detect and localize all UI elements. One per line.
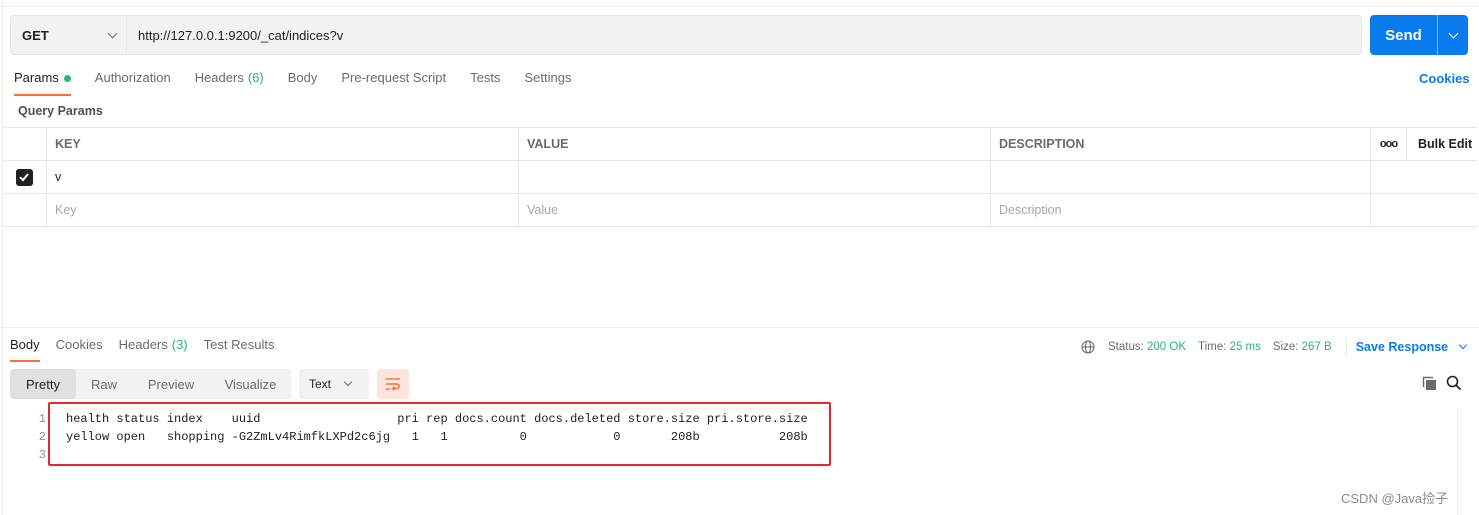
tab-headers[interactable]: Headers (6) [195, 70, 264, 96]
time-indicator[interactable]: Time: 25 ms [1198, 341, 1261, 353]
request-tabs: Params Authorization Headers (6) Body Pr… [14, 70, 595, 96]
method-label: GET [22, 27, 49, 43]
tab-label: Authorization [94, 70, 171, 85]
row-spacer [1371, 161, 1407, 193]
save-response-button[interactable]: Save Response [1355, 340, 1468, 354]
line-number: 2 [38, 430, 46, 444]
status-value: 200 OK [1147, 341, 1187, 353]
param-key-field[interactable]: v [47, 161, 519, 193]
chevron-down-icon [343, 377, 353, 387]
time-value: 25 ms [1229, 341, 1261, 353]
more-icon: ooo [1379, 138, 1398, 150]
table-header-row: KEY VALUE DESCRIPTION ooo Bulk Edit [2, 128, 1477, 161]
highlight-annotation-box [48, 402, 831, 466]
pane-divider[interactable] [0, 327, 1479, 328]
tab-label: Pre-request Script [341, 70, 447, 85]
new-key-field[interactable]: Key [47, 194, 519, 226]
tab-response-body[interactable]: Body [10, 337, 40, 362]
cookies-link[interactable]: Cookies [1419, 71, 1470, 86]
format-label: Text [309, 377, 332, 391]
search-icon[interactable] [1446, 375, 1462, 391]
send-options-button[interactable] [1438, 15, 1468, 55]
tab-label: Settings [524, 70, 572, 85]
row-checkbox-cell [2, 161, 47, 193]
tab-params[interactable]: Params [14, 70, 71, 96]
tab-test-results[interactable]: Test Results [204, 337, 275, 362]
view-visualize[interactable]: Visualize [210, 369, 291, 399]
tab-tests[interactable]: Tests [470, 70, 500, 96]
table-row-empty: Key Value Description [2, 194, 1477, 227]
tab-label: Headers [118, 337, 168, 352]
more-options-button[interactable]: ooo [1371, 128, 1407, 160]
row-checkbox-cell [2, 194, 47, 226]
view-preview[interactable]: Preview [132, 369, 210, 399]
watermark: CSDN @Java捡子 [1341, 491, 1449, 506]
status-label: Status: [1108, 341, 1144, 353]
view-pretty[interactable]: Pretty [10, 369, 76, 399]
tab-label: Headers [194, 70, 244, 85]
line-number: 3 [38, 448, 46, 462]
request-bar: GET http://127.0.0.1:9200/_cat/indices?v [10, 15, 1362, 55]
tab-pre-request-script[interactable]: Pre-request Script [341, 70, 446, 96]
header-checkbox-cell [2, 128, 47, 160]
tab-count: (3) [171, 337, 188, 352]
chevron-down-icon [107, 28, 118, 38]
url-input[interactable]: http://127.0.0.1:9200/_cat/indices?v [127, 16, 1361, 54]
column-header-value: VALUE [519, 128, 991, 160]
size-label: Size: [1272, 341, 1299, 353]
tab-label: Body [287, 70, 318, 85]
response-tabs: Body Cookies Headers (3) Test Results [10, 337, 290, 362]
wrap-lines-icon [386, 378, 400, 391]
row-spacer [1407, 161, 1477, 193]
tab-response-cookies[interactable]: Cookies [56, 337, 103, 362]
size-indicator[interactable]: Size: 267 B [1273, 341, 1332, 353]
new-value-field[interactable]: Value [519, 194, 991, 226]
save-response-label: Save Response [1355, 340, 1449, 354]
tab-response-headers[interactable]: Headers (3) [119, 337, 188, 362]
param-value-field[interactable] [519, 161, 991, 193]
table-row: v [2, 161, 1477, 194]
response-status-bar: Status: 200 OK Time: 25 ms Size: 267 B S… [1081, 338, 1468, 356]
status-indicator[interactable]: Status: 200 OK [1108, 341, 1186, 353]
tab-label: Params [14, 70, 59, 85]
globe-icon[interactable] [1081, 340, 1095, 354]
size-value: 267 B [1301, 341, 1332, 353]
view-mode-tabs: Pretty Raw Preview Visualize [10, 369, 291, 399]
param-description-field[interactable] [991, 161, 1371, 193]
query-params-title: Query Params [18, 104, 103, 118]
param-checkbox[interactable] [15, 168, 33, 186]
tab-body[interactable]: Body [288, 70, 318, 96]
status-separator [1345, 338, 1347, 356]
top-border [0, 6, 1479, 7]
row-spacer [1371, 194, 1407, 226]
tab-label: Tests [470, 70, 501, 85]
method-select[interactable]: GET [11, 16, 127, 54]
active-dot-icon [63, 75, 71, 82]
new-description-field[interactable]: Description [991, 194, 1371, 226]
copy-icon[interactable] [1422, 376, 1437, 391]
chevron-down-icon [1458, 340, 1468, 350]
view-raw[interactable]: Raw [76, 369, 132, 399]
row-spacer [1407, 194, 1477, 226]
format-select[interactable]: Text [299, 369, 369, 399]
tab-settings[interactable]: Settings [524, 70, 571, 96]
chevron-down-icon [1448, 28, 1458, 38]
checkmark-icon [19, 173, 29, 182]
column-header-description: DESCRIPTION [991, 128, 1371, 160]
wrap-lines-button[interactable] [377, 369, 409, 399]
left-border [2, 0, 3, 515]
send-button[interactable]: Send [1370, 15, 1437, 55]
line-number: 1 [38, 412, 46, 426]
column-header-key: KEY [47, 128, 519, 160]
tab-count: (6) [247, 70, 264, 85]
editor-scrollbar[interactable] [1457, 410, 1469, 515]
query-params-table: KEY VALUE DESCRIPTION ooo Bulk Edit v Ke… [2, 127, 1477, 227]
tab-authorization[interactable]: Authorization [95, 70, 171, 96]
send-button-group: Send [1370, 15, 1468, 55]
time-label: Time: [1198, 341, 1227, 353]
bulk-edit-button[interactable]: Bulk Edit [1407, 128, 1477, 160]
